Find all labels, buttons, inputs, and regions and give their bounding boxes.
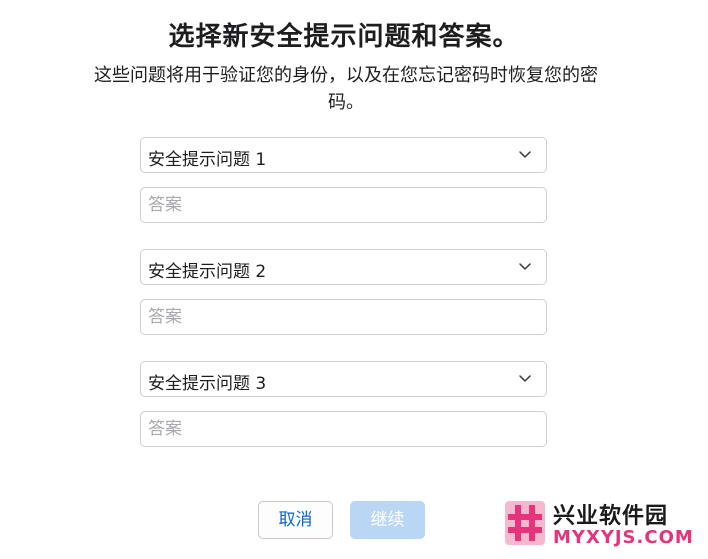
chevron-down-icon <box>519 375 531 382</box>
security-question-3-select[interactable]: 安全提示问题 3 <box>140 361 547 397</box>
security-questions-page: 选择新安全提示问题和答案。 这些问题将用于验证您的身份，以及在您忘记密码时恢复您… <box>0 0 708 559</box>
page-subtitle: 这些问题将用于验证您的身份，以及在您忘记密码时恢复您的密码。 <box>94 65 598 113</box>
continue-button[interactable]: 继续 <box>350 501 425 539</box>
security-question-2-value: 安全提示问题 2 <box>148 262 267 282</box>
security-question-1-select[interactable]: 安全提示问题 1 <box>140 137 547 173</box>
security-question-3-value: 安全提示问题 3 <box>148 374 267 394</box>
answer-2-field[interactable] <box>140 299 547 335</box>
security-question-2-select[interactable]: 安全提示问题 2 <box>140 249 547 285</box>
chevron-down-icon <box>519 151 531 158</box>
cancel-button[interactable]: 取消 <box>258 501 333 539</box>
hash-logo-icon <box>505 501 545 545</box>
watermark-brand-name: 兴业软件园 <box>553 504 669 529</box>
watermark-domain: MYXYJS.COM <box>553 527 694 548</box>
chevron-down-icon <box>519 263 531 270</box>
security-question-1-value: 安全提示问题 1 <box>148 150 267 170</box>
page-title: 选择新安全提示问题和答案。 <box>168 22 520 52</box>
answer-1-field[interactable] <box>140 187 547 223</box>
answer-3-field[interactable] <box>140 411 547 447</box>
watermark: 兴业软件园 MYXYJS.COM <box>501 497 701 553</box>
